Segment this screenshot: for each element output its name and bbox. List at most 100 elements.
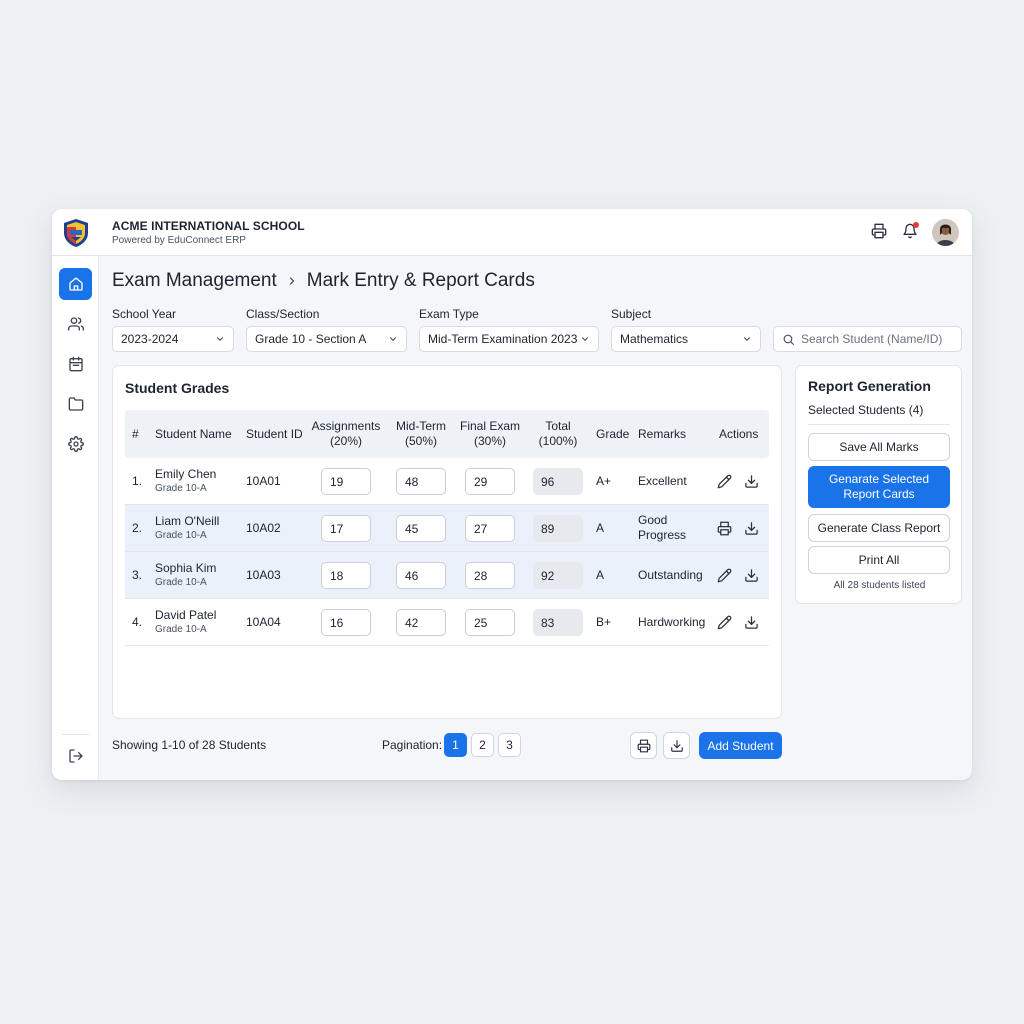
header-student-id: Student ID <box>246 426 303 441</box>
class-section-value: Grade 10 - Section A <box>255 332 367 346</box>
header-grade: Grade <box>596 426 630 441</box>
generate-selected-report-cards-button[interactable]: Genarate Selected Report Cards <box>808 466 950 508</box>
total-value: 83 <box>533 609 583 636</box>
exam-type-value: Mid-Term Examination 2023 <box>428 332 578 346</box>
total-value: 89 <box>533 515 583 542</box>
report-generation-card: Report Generation Selected Students (4) … <box>795 365 962 604</box>
generate-class-report-button[interactable]: Generate Class Report <box>808 514 950 542</box>
table-header: # Student Name Student ID Assignments (2… <box>125 410 769 458</box>
student-name-cell: David Patel Grade 10-A <box>155 599 216 645</box>
student-name: David Patel <box>155 608 217 622</box>
student-section: Grade 10-A <box>155 530 207 541</box>
student-name-cell: Sophia Kim Grade 10-A <box>155 552 216 598</box>
page-button-2[interactable]: 2 <box>471 733 494 757</box>
pencil-icon[interactable] <box>715 472 733 490</box>
table-row[interactable]: 1. Emily Chen Grade 10-A 10A01 19 48 29 … <box>125 458 769 505</box>
pencil-icon[interactable] <box>715 566 733 584</box>
row-num: 1. <box>132 474 143 488</box>
sidebar-item-home[interactable] <box>59 268 92 300</box>
class-section-select[interactable]: Grade 10 - Section A <box>246 326 407 352</box>
report-generation-title: Report Generation <box>808 378 931 394</box>
download-icon[interactable] <box>742 613 760 631</box>
page-button-3[interactable]: 3 <box>498 733 521 757</box>
users-icon <box>67 317 84 331</box>
row-num: 2. <box>132 521 143 535</box>
sidebar-item-settings[interactable] <box>59 428 92 460</box>
midterm-input[interactable]: 46 <box>396 562 446 589</box>
header-midterm-label: Mid-Term <box>396 419 446 433</box>
exam-type-select[interactable]: Mid-Term Examination 2023 <box>419 326 599 352</box>
remarks-value: Excellent <box>638 473 687 488</box>
search-input[interactable] <box>801 332 951 346</box>
table-row[interactable]: 3. Sophia Kim Grade 10-A 10A03 18 46 28 … <box>125 552 769 599</box>
logout-button[interactable] <box>59 740 92 772</box>
sidebar-item-calendar[interactable] <box>59 348 92 380</box>
header-total: Total (100%) <box>525 410 591 458</box>
table-row[interactable]: 2. Liam O'Neill Grade 10-A 10A02 17 45 2… <box>125 505 769 552</box>
class-section-label: Class/Section <box>246 307 320 321</box>
grade-value: A+ <box>596 474 612 488</box>
subject-select[interactable]: Mathematics <box>611 326 761 352</box>
header-midterm: Mid-Term (50%) <box>383 410 459 458</box>
midterm-input[interactable]: 45 <box>396 515 446 542</box>
final-exam-input[interactable]: 27 <box>465 515 515 542</box>
folder-icon <box>68 397 83 411</box>
avatar[interactable] <box>932 219 959 246</box>
student-id: 10A02 <box>246 521 281 535</box>
school-name: ACME INTERNATIONAL SCHOOL <box>112 219 305 233</box>
download-icon[interactable] <box>742 519 760 537</box>
midterm-input[interactable]: 42 <box>396 609 446 636</box>
page-button-1[interactable]: 1 <box>444 733 467 757</box>
assignments-input[interactable]: 18 <box>321 562 371 589</box>
grade-value: B+ <box>596 615 612 629</box>
header-midterm-weight: (50%) <box>404 434 437 448</box>
school-year-select[interactable]: 2023-2024 <box>112 326 234 352</box>
sidebar-item-users[interactable] <box>59 308 92 340</box>
row-num: 3. <box>132 568 143 582</box>
students-listed-note: All 28 students listed <box>833 580 926 591</box>
header-final-exam: Final Exam (30%) <box>452 410 528 458</box>
add-student-button[interactable]: Add Student <box>699 732 782 759</box>
sidebar <box>52 256 99 780</box>
remarks-value: Hardworking <box>638 614 706 629</box>
final-exam-input[interactable]: 25 <box>465 609 515 636</box>
logout-icon <box>68 749 83 763</box>
home-icon <box>68 277 83 291</box>
final-exam-input[interactable]: 28 <box>465 562 515 589</box>
table-row[interactable]: 4. David Patel Grade 10-A 10A04 16 42 25… <box>125 599 769 646</box>
download-icon[interactable] <box>742 472 760 490</box>
bell-icon[interactable] <box>900 221 920 241</box>
student-name-cell: Emily Chen Grade 10-A <box>155 458 216 504</box>
header-remarks: Remarks <box>638 426 687 441</box>
final-exam-input[interactable]: 29 <box>465 468 515 495</box>
download-icon[interactable] <box>742 566 760 584</box>
top-bar: ACME INTERNATIONAL SCHOOL Powered by Edu… <box>52 209 972 256</box>
print-all-button[interactable]: Print All <box>808 546 950 574</box>
save-all-marks-button[interactable]: Save All Marks <box>808 433 950 461</box>
print-button[interactable] <box>630 732 657 759</box>
notification-dot <box>913 222 919 228</box>
exam-type-label: Exam Type <box>419 307 479 321</box>
pencil-icon[interactable] <box>715 613 733 631</box>
student-name: Liam O'Neill <box>155 514 220 528</box>
assignments-input[interactable]: 17 <box>321 515 371 542</box>
student-grades-card: Student Grades # Student Name Student ID… <box>112 365 782 719</box>
assignments-input[interactable]: 19 <box>321 468 371 495</box>
grade-value: A <box>596 521 605 535</box>
student-id: 10A01 <box>246 474 281 488</box>
header-student-name: Student Name <box>155 426 232 441</box>
header-total-weight: (100%) <box>538 434 578 448</box>
printer-icon[interactable] <box>715 519 733 537</box>
assignments-input[interactable]: 16 <box>321 609 371 636</box>
download-button[interactable] <box>663 732 690 759</box>
pagination-label: Pagination: <box>382 738 443 752</box>
breadcrumb-parent[interactable]: Exam Management <box>112 270 277 292</box>
chevron-down-icon <box>581 337 589 341</box>
printer-icon[interactable] <box>869 221 889 241</box>
page-title: Mark Entry & Report Cards <box>306 270 535 291</box>
subject-label: Subject <box>611 307 652 321</box>
search-box[interactable] <box>773 326 962 352</box>
sidebar-item-files[interactable] <box>59 388 92 420</box>
midterm-input[interactable]: 48 <box>396 468 446 495</box>
powered-by: Powered by EduConnect ERP <box>112 235 246 246</box>
